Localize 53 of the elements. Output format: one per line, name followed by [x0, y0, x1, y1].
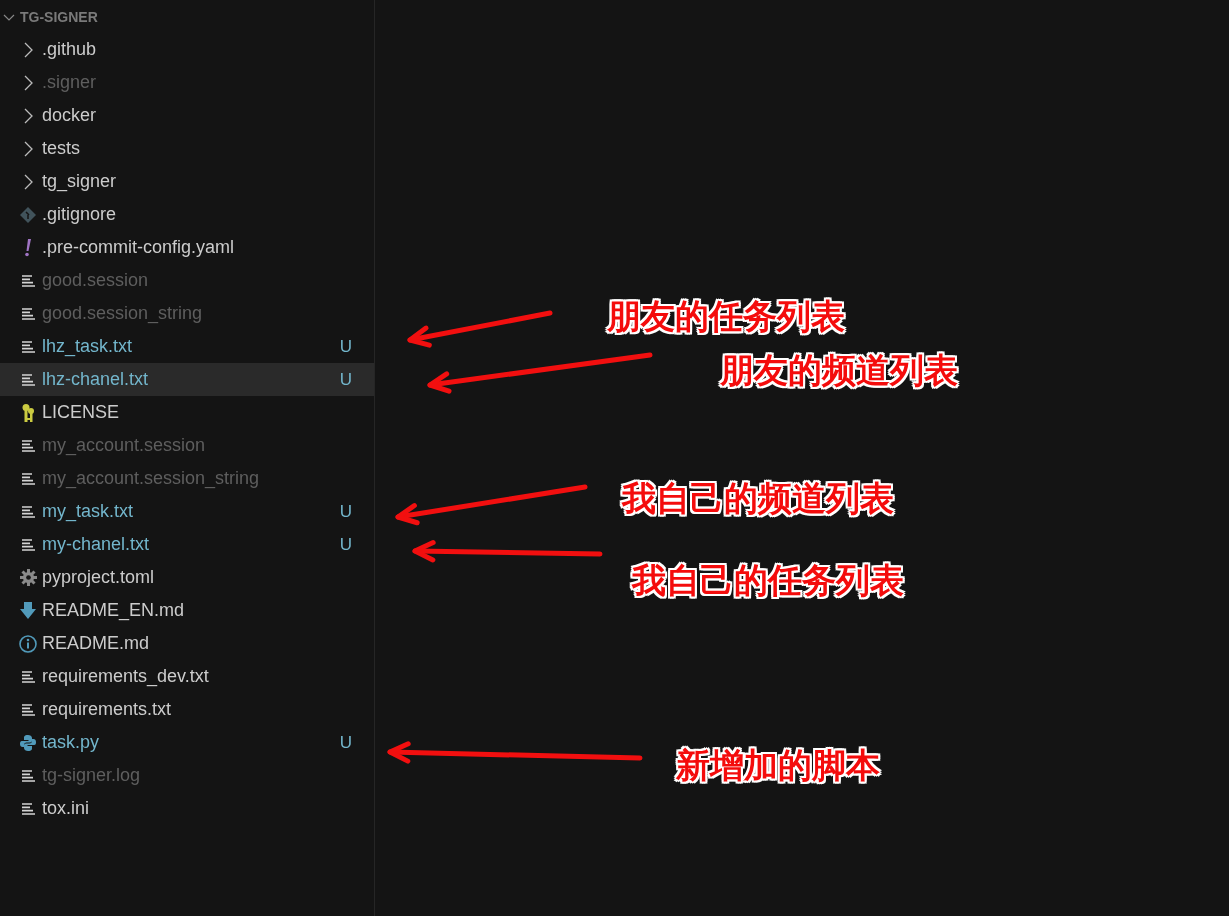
git-status-letter: U: [339, 732, 352, 753]
chevron-right-icon: [23, 107, 33, 124]
text-file-icon: [21, 373, 35, 386]
text-file-icon: [21, 802, 35, 815]
text-file-icon: [21, 307, 35, 320]
file-item[interactable]: my_task.txt U: [0, 495, 374, 528]
text-file-icon: [21, 472, 35, 485]
file-item[interactable]: README_EN.md: [0, 594, 374, 627]
python-icon: [20, 734, 36, 751]
file-item[interactable]: lhz-chanel.txt U: [0, 363, 374, 396]
git-status-letter: U: [339, 534, 352, 555]
text-file-icon: [21, 670, 35, 683]
text-file-icon: [21, 538, 35, 551]
file-item[interactable]: requirements.txt: [0, 693, 374, 726]
file-item[interactable]: LICENSE: [0, 396, 374, 429]
folder-item[interactable]: docker: [0, 99, 374, 132]
text-file-icon: [21, 703, 35, 716]
folder-item[interactable]: tg_signer: [0, 165, 374, 198]
chevron-right-icon: [23, 140, 33, 157]
diamond-icon: [20, 206, 36, 223]
git-status-letter: U: [339, 369, 352, 390]
annotation-label: 朋友的频道列表: [720, 349, 958, 392]
chevron-right-icon: [23, 41, 33, 58]
file-item[interactable]: .gitignore: [0, 198, 374, 231]
file-item[interactable]: README.md: [0, 627, 374, 660]
folder-item[interactable]: tests: [0, 132, 374, 165]
info-icon: [19, 634, 37, 653]
git-status-letter: U: [339, 501, 352, 522]
file-item[interactable]: requirements_dev.txt: [0, 660, 374, 693]
chevron-right-icon: [23, 74, 33, 91]
text-file-icon: [21, 274, 35, 287]
file-item[interactable]: task.py U: [0, 726, 374, 759]
annotation-label: 新增加的脚本: [676, 744, 880, 787]
annotation-label: 朋友的任务列表: [607, 295, 845, 338]
file-item[interactable]: pyproject.toml: [0, 561, 374, 594]
text-file-icon: [21, 769, 35, 782]
file-item[interactable]: .pre-commit-config.yaml: [0, 231, 374, 264]
file-item[interactable]: my-chanel.txt U: [0, 528, 374, 561]
file-item[interactable]: lhz_task.txt U: [0, 330, 374, 363]
settings-icon: [19, 569, 37, 586]
keys-icon: [21, 402, 35, 423]
text-file-icon: [21, 439, 35, 452]
text-file-icon: [21, 505, 35, 518]
annotation-label: 我自己的频道列表: [622, 477, 894, 520]
annotation-label: 我自己的任务列表: [632, 559, 904, 602]
folder-item[interactable]: .github: [0, 33, 374, 66]
exclamation-icon: [24, 238, 32, 257]
text-file-icon: [21, 340, 35, 353]
file-item[interactable]: tox.ini: [0, 792, 374, 825]
project-title: TG-SIGNER: [20, 8, 98, 25]
chevron-right-icon: [23, 173, 33, 190]
git-status-letter: U: [339, 336, 352, 357]
down-arrow-icon: [20, 602, 36, 619]
